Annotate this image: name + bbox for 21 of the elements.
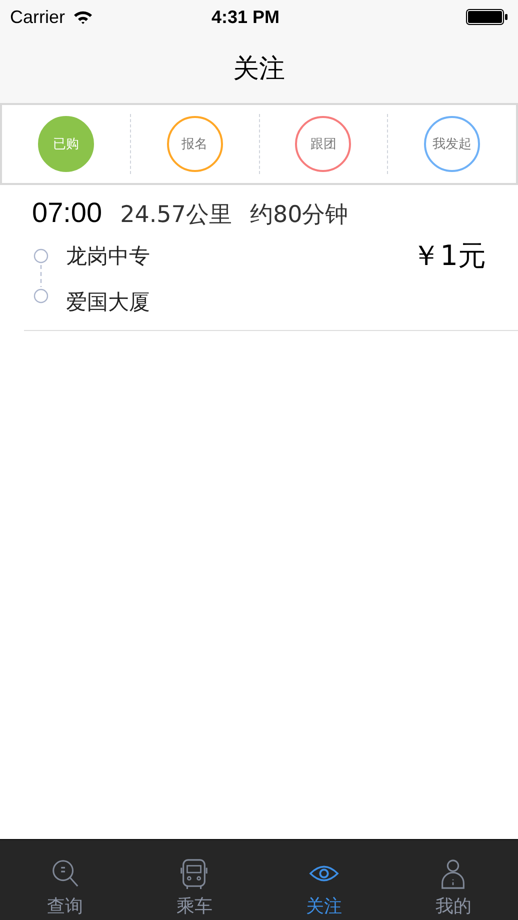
trip-price: ￥1元 [412, 238, 486, 274]
trip-distance: 24.57公里 [120, 201, 232, 230]
wifi-icon [73, 10, 94, 24]
tab-item[interactable]: 我的 [388, 840, 518, 920]
filter-button[interactable]: 我发起 [424, 116, 480, 172]
route-line-icon [32, 248, 50, 304]
end-stop: 爱国大厦 [66, 289, 150, 316]
trip-row[interactable]: 07:00 24.57公里 约80分钟 龙岗中专 爱国大厦 ￥1元 [24, 185, 518, 331]
trip-duration: 约80分钟 [250, 201, 348, 230]
tab-item[interactable]: 关注 [259, 840, 388, 920]
battery-icon [466, 9, 508, 25]
clock-time: 4:31 PM [211, 6, 280, 28]
filter-button[interactable]: 报名 [166, 116, 223, 172]
departure-time: 07:00 [32, 197, 102, 229]
page-title: 关注 [233, 53, 285, 86]
tab-item[interactable]: 乘车 [130, 840, 259, 920]
start-stop: 龙岗中专 [66, 243, 150, 270]
carrier-name: Carrier [10, 6, 66, 28]
filter-button[interactable]: 跟团 [295, 116, 352, 172]
bus-icon [178, 858, 210, 890]
tab-item[interactable]: 查询 [0, 840, 130, 920]
